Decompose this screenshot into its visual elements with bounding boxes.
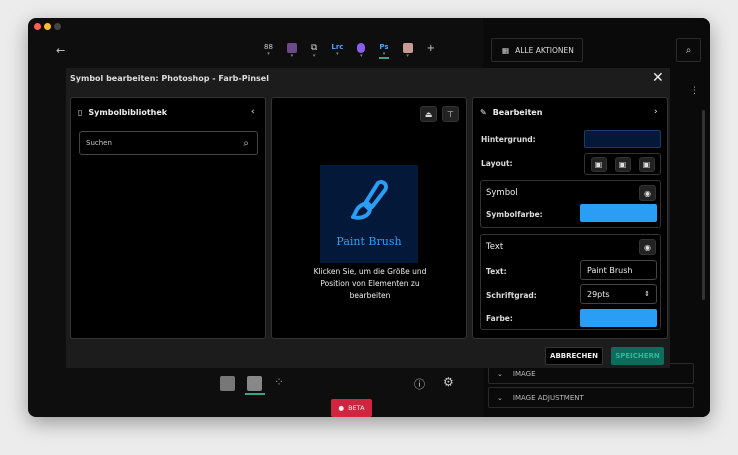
preview-panel: ⏏ ⊤ Paint Brush Klicken Sie, um die Größ… <box>271 97 467 339</box>
tab-lightroom[interactable]: Lrc ▾ <box>331 43 343 59</box>
text-color-swatch[interactable] <box>580 309 657 327</box>
search-icon: ⌕ <box>685 44 692 56</box>
app-window: ▦ ALLE AKTIONEN ⌕ ⋮ ⌄ IMAGE ⌄ IMAGE ADJUSTM… <box>28 18 710 417</box>
all-actions-button[interactable]: ▦ ALLE AKTIONEN <box>491 38 583 62</box>
sidebar-item-image-adjustment[interactable]: ⌄ IMAGE ADJUSTMENT <box>488 387 694 408</box>
text-input[interactable]: Paint Brush <box>580 260 657 280</box>
search-icon: ⌕ <box>243 137 249 149</box>
align-top-icon: ⊤ <box>447 109 454 119</box>
symbol-visibility-toggle[interactable]: ◉ <box>639 185 656 201</box>
active-indicator <box>245 393 265 395</box>
cancel-button[interactable]: ABBRECHEN <box>545 347 603 365</box>
preview-hint: Klicken Sie, um die Größe und Position v… <box>313 267 427 300</box>
icon-preview[interactable]: Paint Brush <box>320 165 418 263</box>
app-icon <box>357 43 366 53</box>
zoom-window-button[interactable] <box>54 23 61 30</box>
font-size-select[interactable]: 29pts ⇕ <box>580 284 657 304</box>
paint-brush-icon <box>351 180 388 220</box>
minimize-window-button[interactable] <box>44 23 51 30</box>
eye-icon: ◉ <box>644 188 651 198</box>
symbol-library-panel: ▯ Symbolbibliothek ‹ Suchen ⌕ <box>70 97 266 339</box>
beta-badge[interactable]: ● BETA <box>331 399 372 417</box>
icon-text: Paint Brush <box>336 235 402 248</box>
tab-export[interactable]: ⧉ ▾ <box>311 43 317 59</box>
symbol-color-swatch[interactable] <box>580 204 657 222</box>
save-button[interactable]: SPEICHERN <box>611 347 664 365</box>
edit-icon-dialog: Symbol bearbeiten: Photoshop - Farb-Pins… <box>66 68 670 368</box>
settings-icon[interactable]: ⚙ <box>443 375 454 389</box>
tab-premiere[interactable]: ▾ <box>286 43 297 59</box>
pencil-icon: ✎ <box>480 108 487 117</box>
layout-options: ▣ ▣ ▣ <box>584 153 661 175</box>
grid-view-icon[interactable] <box>247 376 262 391</box>
layout-option-2[interactable]: ▣ <box>614 156 631 172</box>
scrollbar[interactable] <box>702 110 705 300</box>
symbol-section: Symbol ◉ Symbolfarbe: <box>480 180 661 228</box>
chevron-down-icon: ⌄ <box>497 369 503 378</box>
search-input[interactable]: Suchen ⌕ <box>79 131 258 155</box>
tab-aftereffects[interactable]: ▾ <box>357 43 366 59</box>
expand-chevron-icon[interactable]: › <box>654 107 658 117</box>
app-icon <box>402 43 413 53</box>
edit-panel: ✎ Bearbeiten › Hintergrund: Layout: ▣ ▣ ▣… <box>472 97 668 339</box>
keys-view-icon[interactable] <box>220 376 235 391</box>
reset-icon: ⏏ <box>424 109 433 119</box>
eye-icon: ◉ <box>644 242 651 252</box>
grid-icon: ▦ <box>502 45 510 55</box>
tab-photoshop[interactable]: Ps ▾ <box>379 43 389 59</box>
chevron-down-icon: ⌄ <box>497 393 503 402</box>
export-icon: ⧉ <box>310 43 318 53</box>
close-window-button[interactable] <box>34 23 41 30</box>
tab-app[interactable]: ▾ <box>402 43 413 59</box>
text-section: Text ◉ Text: Paint Brush Schriftgrad: 29… <box>480 234 661 330</box>
layout-option-3[interactable]: ▣ <box>638 156 655 172</box>
collapse-chevron-icon[interactable]: ‹ <box>251 107 255 117</box>
back-button[interactable]: ← <box>56 44 65 57</box>
book-icon: ▯ <box>78 108 83 117</box>
dial-view-icon[interactable]: ⁘ <box>274 375 284 389</box>
reset-button[interactable]: ⏏ <box>420 106 437 122</box>
search-button[interactable]: ⌕ <box>676 38 701 62</box>
alert-icon: ● <box>338 404 345 412</box>
background-color-swatch[interactable] <box>584 130 661 148</box>
layout-option-1[interactable]: ▣ <box>590 156 607 172</box>
more-menu-icon[interactable]: ⋮ <box>690 86 699 96</box>
add-app-button[interactable]: + <box>427 43 435 59</box>
help-icon[interactable]: ⓘ <box>414 376 425 392</box>
close-icon[interactable]: ✕ <box>652 70 664 86</box>
stepper-icon: ⇕ <box>644 290 650 298</box>
premiere-icon <box>286 43 297 53</box>
dialog-title: Symbol bearbeiten: Photoshop - Farb-Pins… <box>70 74 269 83</box>
tab-all[interactable]: 88 ▾ <box>264 43 273 59</box>
align-top-button[interactable]: ⊤ <box>442 106 459 122</box>
text-visibility-toggle[interactable]: ◉ <box>639 239 656 255</box>
app-tabs: 88 ▾ ▾ ⧉ ▾ Lrc ▾ ▾ Ps ▾ ▾ + <box>264 43 435 59</box>
